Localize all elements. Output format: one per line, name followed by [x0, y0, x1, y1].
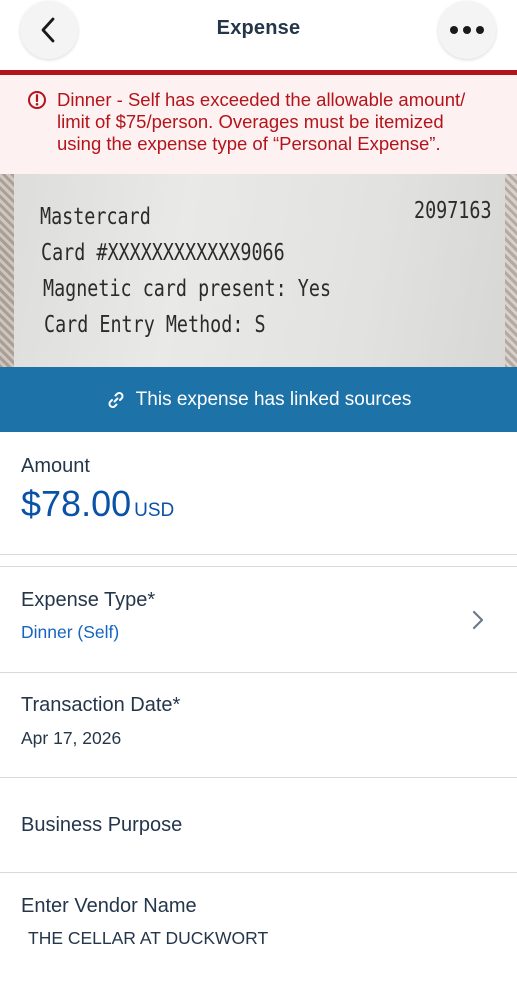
receipt-image[interactable]: Mastercard Card #XXXXXXXXXXXX9066 Magnet…	[0, 174, 517, 368]
expense-type-label: Expense Type*	[21, 589, 156, 611]
alert-line: limit of $75/person. Overages must be it…	[57, 111, 444, 132]
vendor-label: Enter Vendor Name	[21, 895, 197, 917]
expense-type-value: Dinner (Self)	[21, 622, 120, 642]
receipt-line: Magnetic card present: Yes	[43, 276, 332, 302]
transaction-date-label: Transaction Date*	[21, 694, 181, 716]
amount-value-field[interactable]: $78.00 USD	[21, 483, 174, 525]
receipt-number: 2097163	[414, 198, 492, 224]
more-options-button[interactable]	[438, 1, 496, 59]
divider	[0, 554, 517, 555]
receipt-background-edge	[505, 174, 517, 368]
vendor-value: THE CELLAR AT DUCKWORT	[28, 928, 269, 948]
app-header: Expense	[0, 0, 517, 72]
amount-currency: USD	[134, 500, 175, 521]
vendor-field[interactable]: Enter Vendor Name THE CELLAR AT DUCKWORT	[0, 873, 517, 998]
transaction-date-value: Apr 17, 2026	[21, 728, 122, 748]
link-icon	[108, 391, 124, 408]
receipt-line: Mastercard	[40, 204, 151, 230]
linked-sources-button[interactable]: This expense has linked sources	[0, 367, 517, 432]
business-purpose-field[interactable]: Business Purpose	[0, 778, 517, 872]
business-purpose-label: Business Purpose	[21, 814, 183, 836]
receipt-line: Card Entry Method: S	[44, 312, 266, 338]
alert-circle-icon	[28, 91, 46, 109]
amount-label: Amount	[21, 455, 90, 477]
policy-alert-banner: Dinner - Self has exceeded the allowable…	[0, 75, 517, 174]
transaction-date-field[interactable]: Transaction Date* Apr 17, 2026	[0, 673, 517, 777]
alert-message: Dinner - Self has exceeded the allowable…	[57, 89, 507, 155]
amount-value: $78.00	[21, 483, 132, 524]
more-horizontal-icon	[450, 26, 484, 34]
chevron-right-icon[interactable]	[470, 609, 486, 631]
alert-line: using the expense type of “Personal Expe…	[57, 133, 441, 154]
linked-sources-label: This expense has linked sources	[135, 388, 412, 410]
alert-line: Dinner - Self has exceeded the allowable…	[57, 89, 466, 110]
expense-type-field[interactable]: Expense Type* Dinner (Self)	[0, 567, 517, 672]
receipt-line: Card #XXXXXXXXXXXX9066	[41, 240, 285, 266]
receipt-background-edge	[0, 174, 14, 368]
